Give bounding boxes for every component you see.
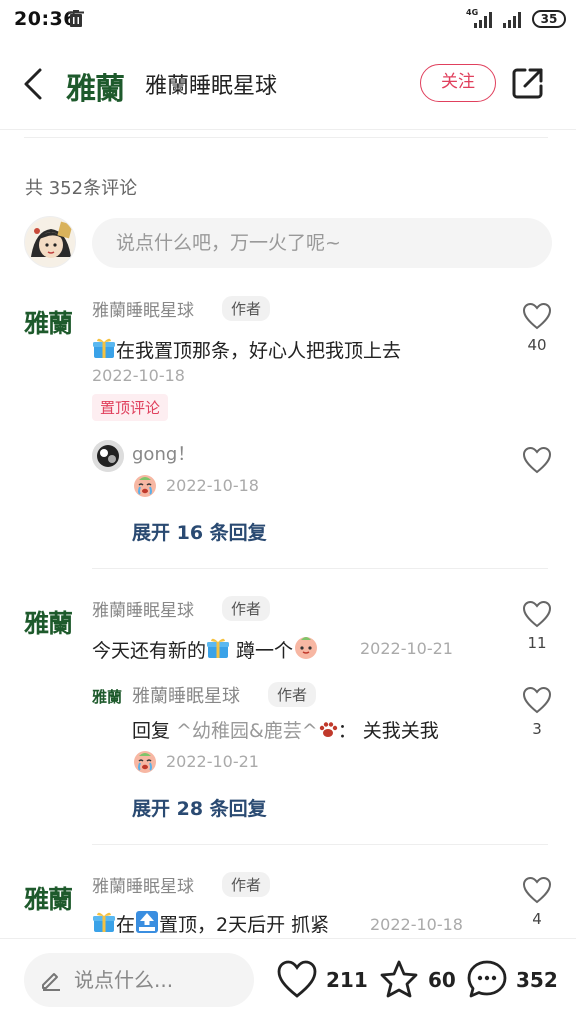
author-badge: 作者 <box>268 682 317 707</box>
reply-prefix: 回复 <box>132 720 171 742</box>
comment-date: 2022-10-18 <box>92 366 185 385</box>
top-arrow-emoji-icon <box>136 911 159 933</box>
comment-date: 2022-10-18 <box>370 915 463 934</box>
bottom-comment-input[interactable]: 说点什么... <box>24 953 254 1007</box>
reply-author-name[interactable]: gong！ <box>132 440 195 466</box>
reply-text-body: ： 关我关我 <box>337 720 439 742</box>
header: 雅蘭 雅蘭睡眠星球 关注 <box>0 40 576 130</box>
battery-icon: 35 <box>532 10 566 28</box>
comments-count: 共 352条评论 <box>25 178 138 199</box>
follow-button[interactable]: 关注 <box>420 64 496 102</box>
pencil-icon <box>42 973 60 991</box>
expand-replies-link[interactable]: 展开 28 条回复 <box>132 794 267 821</box>
star-icon <box>380 960 418 998</box>
trash-icon <box>68 10 84 27</box>
divider <box>24 137 548 138</box>
back-icon[interactable] <box>18 64 46 104</box>
comments-button[interactable]: 352 <box>466 959 566 1003</box>
divider <box>92 568 548 569</box>
battery-level: 35 <box>540 12 558 26</box>
gift-emoji-icon <box>93 912 115 932</box>
like-count: 4 <box>532 910 542 928</box>
commenter-name[interactable]: 雅蘭睡眠星球 <box>92 596 194 621</box>
heart-icon <box>277 960 317 998</box>
heart-icon <box>522 876 552 904</box>
commenter-name[interactable]: 雅蘭睡眠星球 <box>92 296 194 321</box>
bottom-input-placeholder: 说点什么... <box>74 968 174 992</box>
divider <box>92 844 548 845</box>
commenter-avatar-logo[interactable]: 雅蘭 <box>24 604 73 640</box>
comment-input[interactable]: 说点什么吧，万一火了呢~ <box>92 218 552 268</box>
pinned-badge: 置顶评论 <box>92 394 169 421</box>
author-badge: 作者 <box>222 296 271 321</box>
expand-replies-link[interactable]: 展开 16 条回复 <box>132 518 267 545</box>
post-like-count: 211 <box>326 968 368 992</box>
reply-like-count: 3 <box>532 720 542 738</box>
like-post-button[interactable]: 211 <box>276 959 368 1003</box>
reply-avatar-logo[interactable]: 雅蘭 <box>92 686 122 707</box>
reply-like-button[interactable] <box>520 446 554 474</box>
like-count: 11 <box>527 634 547 652</box>
comment-bubble-icon <box>467 960 507 998</box>
favorite-button[interactable]: 60 <box>378 959 458 1003</box>
peach-emoji-icon <box>295 637 318 659</box>
like-button[interactable]: 4 <box>520 876 554 928</box>
crying-emoji-icon <box>134 475 156 497</box>
comment-text: 在我置顶那条，好心人把我顶上去 <box>92 336 401 363</box>
commenter-avatar-logo[interactable]: 雅蘭 <box>24 304 73 340</box>
user-avatar[interactable] <box>24 216 76 268</box>
post-comment-count: 352 <box>516 968 558 992</box>
comment-text-part: 今天还有新的 <box>92 640 207 662</box>
avatar-illustration-icon <box>25 217 75 267</box>
comment-text-part: 蹲一个 <box>230 640 294 662</box>
reply-avatar[interactable] <box>92 440 124 472</box>
comment-text-body: 在我置顶那条，好心人把我顶上去 <box>116 340 402 362</box>
comment-text-part: 置顶，2天后开 抓紧 <box>159 914 330 936</box>
heart-icon <box>522 302 552 330</box>
reply-date: 2022-10-21 <box>166 752 259 771</box>
gift-emoji-icon <box>207 638 230 658</box>
author-badge: 作者 <box>222 872 271 897</box>
comment-text: 在 置顶，2天后开 抓紧 <box>92 910 329 937</box>
brand-logo[interactable]: 雅蘭 <box>66 64 125 108</box>
signal-icon <box>474 12 492 28</box>
comment-compose-row: 说点什么吧，万一火了呢~ <box>0 214 576 274</box>
reply-text: 回复 ^幼稚园&鹿芸^ ： 关我关我 <box>132 716 439 743</box>
heart-icon <box>522 686 552 714</box>
heart-icon <box>522 600 552 628</box>
comment-text: 今天还有新的 蹲一个 <box>92 634 319 663</box>
commenter-name[interactable]: 雅蘭睡眠星球 <box>92 872 194 897</box>
like-count: 40 <box>527 336 547 354</box>
comment-date: 2022-10-21 <box>360 639 453 658</box>
post-star-count: 60 <box>428 968 456 992</box>
commenter-avatar-logo[interactable]: 雅蘭 <box>24 880 73 916</box>
signal-icon-2 <box>503 12 521 28</box>
paw-emoji-icon <box>319 722 337 737</box>
comment-text-part: 在 <box>116 914 136 936</box>
page-title[interactable]: 雅蘭睡眠星球 <box>145 68 277 100</box>
avatar-illustration-icon <box>92 440 124 472</box>
share-icon[interactable] <box>511 66 545 100</box>
gift-emoji-icon <box>93 338 115 358</box>
crying-emoji-icon <box>134 751 156 773</box>
status-bar: 20:36 4G 35 <box>0 0 576 40</box>
like-button[interactable]: 40 <box>520 302 554 354</box>
reply-author-name[interactable]: 雅蘭睡眠星球 <box>132 682 240 708</box>
heart-icon <box>522 446 552 474</box>
author-badge: 作者 <box>222 596 271 621</box>
like-button[interactable]: 11 <box>520 600 554 652</box>
reply-like-button[interactable]: 3 <box>520 686 554 738</box>
reply-date: 2022-10-18 <box>166 476 259 495</box>
bottom-action-bar: 说点什么... 211 60 352 <box>0 938 576 1024</box>
reply-target-user[interactable]: ^幼稚园&鹿芸^ <box>170 720 318 742</box>
